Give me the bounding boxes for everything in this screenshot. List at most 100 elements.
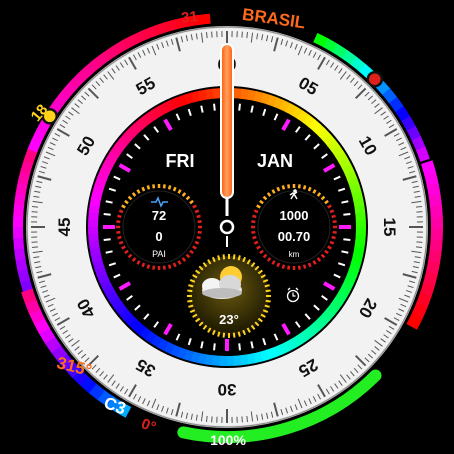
left-arc: [20, 159, 34, 175]
left-arc: [15, 181, 28, 196]
right-arc: [429, 205, 443, 219]
top-left-arc: [27, 138, 42, 154]
bezel-number: 30: [218, 380, 237, 399]
inner-ring-segment: [355, 212, 366, 222]
inner-ring-segment: [285, 103, 298, 116]
inner-tick: [250, 341, 254, 349]
subdial-tick: [297, 184, 301, 189]
inner-ring-segment: [150, 334, 163, 348]
subdial-tick: [237, 331, 241, 337]
inner-ring-segment: [312, 318, 326, 332]
right-arc: [426, 182, 441, 198]
inner-ring-segment: [211, 355, 221, 366]
right-arc: [415, 292, 432, 309]
inner-tick: [105, 250, 113, 254]
top-right-arc: [322, 38, 339, 54]
subdial-tick: [162, 265, 166, 270]
inner-ring-segment: [176, 347, 188, 360]
weather-subdial[interactable]: 23°: [187, 254, 271, 338]
distance-unit: km: [289, 250, 300, 259]
left-lower-arc: [21, 288, 37, 305]
inner-ring-segment: [354, 205, 366, 215]
inner-tick: [238, 343, 241, 351]
inner-ring-segment: [233, 88, 243, 99]
inner-ring-segment: [88, 232, 99, 242]
top-right-arc: [416, 146, 430, 162]
inner-ring-segment: [273, 97, 285, 110]
inner-tick: [341, 200, 349, 204]
subdial-tick: [287, 265, 291, 270]
left-arc: [15, 257, 28, 272]
subdial-tick: [217, 331, 221, 337]
compass-zero: 0°: [139, 415, 158, 436]
subdial-tick: [302, 185, 307, 190]
inner-ring-segment: [90, 252, 103, 263]
inner-ring-segment: [109, 296, 123, 309]
inner-ring-segment: [344, 273, 357, 285]
subdial-tick: [256, 204, 261, 209]
subdial-tick: [197, 220, 202, 224]
inner-ring-segment: [338, 157, 352, 170]
inner-ring-segment: [351, 191, 364, 202]
right-arc: [421, 160, 437, 176]
subdial-tick: [116, 220, 121, 224]
inner-ring-segment: [297, 110, 310, 124]
subdial-tick: [192, 245, 197, 250]
inner-ring-segment: [110, 144, 124, 157]
inner-ring-segment: [349, 260, 362, 272]
subdial-tick: [192, 204, 197, 209]
inner-ring-segment: [89, 196, 102, 207]
top-right-arc: [406, 125, 422, 142]
subdial-tick: [252, 235, 257, 240]
battery-percent: 100%: [210, 432, 246, 448]
subdial-tick: [118, 240, 124, 245]
top-left-arc: [122, 34, 138, 50]
top-left-arc: [102, 45, 119, 61]
subdial-tick: [146, 264, 151, 269]
inner-ring-segment: [128, 122, 142, 136]
subdial-tick: [264, 304, 270, 308]
subdial-tick: [332, 220, 337, 224]
inner-ring-segment: [351, 253, 363, 265]
inner-tick: [200, 341, 204, 349]
subdial-tick: [232, 332, 236, 338]
subdial-tick: [136, 260, 141, 265]
top-right-arc: [382, 88, 398, 105]
bezel-tick: [246, 415, 248, 422]
inner-ring-segment: [341, 163, 355, 176]
subdial-tick: [167, 185, 172, 190]
top-left-arc: [76, 65, 93, 82]
subdial-tick: [271, 260, 276, 265]
inner-tick: [103, 213, 111, 216]
left-lower-arc: [79, 376, 97, 394]
subdial-tick: [331, 214, 336, 219]
inner-ring-segment: [349, 184, 362, 195]
inner-ring-segment: [355, 233, 366, 243]
subdial-tick: [327, 245, 332, 250]
inner-ring-segment: [133, 322, 146, 336]
subdial-tick: [276, 262, 281, 268]
inner-ring-segment: [331, 145, 345, 158]
inner-ring-segment: [296, 331, 309, 345]
subdial-tick: [117, 235, 122, 240]
inner-ring-segment: [99, 278, 113, 291]
subdial-tick: [307, 186, 312, 192]
inner-ring-segment: [232, 355, 242, 366]
inner-ring-segment: [327, 139, 341, 153]
subdial-tick: [265, 289, 271, 293]
top-left-arc: [61, 81, 78, 98]
left-lower-arc: [28, 308, 45, 325]
inner-ring-segment: [177, 94, 189, 107]
left-arc: [17, 170, 31, 185]
inner-ring-segment: [354, 240, 366, 250]
inner-ring-segment: [133, 118, 147, 132]
inner-ring-segment: [266, 94, 278, 107]
top-right-arc: [332, 43, 349, 60]
left-lower-arc: [44, 335, 62, 353]
inner-ring-segment: [163, 99, 176, 113]
inner-ring-segment: [100, 162, 113, 175]
inner-ring-segment: [182, 349, 194, 362]
inner-ring-segment: [88, 211, 99, 221]
inner-ring-segment: [191, 90, 202, 103]
inner-ring-segment: [113, 301, 127, 315]
